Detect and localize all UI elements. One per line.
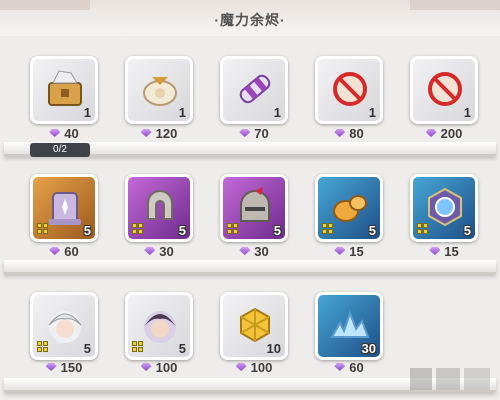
shop-item-slot[interactable]: 5 [30,174,98,242]
shop-item-slot[interactable]: 1 [410,56,478,124]
shop-item-slot[interactable]: 1 [30,56,98,124]
shop-item-slot[interactable]: 1 [125,56,193,124]
item-price: 100 [119,358,199,376]
item-price: 30 [119,242,199,260]
stone-tablet-icon [43,185,87,229]
fragment-icon [37,223,49,235]
item-count: 5 [463,223,471,238]
item-price-value: 200 [440,125,463,141]
shop-item-slot[interactable]: 5 [125,292,193,360]
item-price: 70 [214,124,294,142]
treasure-chest-icon [43,67,87,111]
fragment-icon [132,341,144,353]
header-decoration [0,0,90,10]
gem-currency-icon [140,363,152,371]
gem-currency-icon [334,363,346,371]
item-price: 60 [309,358,389,376]
gem-currency-icon [49,247,61,255]
gem-currency-icon [144,247,156,255]
item-count: 1 [83,105,91,120]
amber-shell-icon [328,185,372,229]
gem-currency-icon [140,129,152,137]
item-count: 1 [463,105,471,120]
item-price-value: 120 [155,125,178,141]
item-price-value: 60 [349,359,364,375]
hexagon-emblem-icon [423,185,467,229]
item-count: 5 [83,341,91,356]
fragment-icon [227,223,239,235]
item-price: 150 [24,358,104,376]
purchase-progress-label: 0/2 [53,144,67,155]
item-price: 100 [214,358,294,376]
fragment-icon [37,341,49,353]
watermark-logo [410,368,490,390]
shop-item-slot[interactable]: 10 [220,292,288,360]
shelf-board [4,260,496,274]
stone-horseshoe-icon [138,185,182,229]
item-count: 5 [178,341,186,356]
item-count: 5 [368,223,376,238]
item-price-value: 15 [349,243,364,259]
item-price-value: 80 [349,125,364,141]
gem-currency-icon [235,363,247,371]
gem-currency-icon [425,129,437,137]
shop-item-slot[interactable]: 5 [220,174,288,242]
dark-hair-hero-portrait [138,303,182,347]
item-count: 30 [361,341,376,356]
shop-item-slot[interactable]: 1 [315,56,383,124]
scroll-bundle-icon [138,67,182,111]
item-price: 120 [119,124,199,142]
item-price-value: 30 [254,243,269,259]
gem-currency-icon [239,247,251,255]
sold-out-icon [328,67,372,111]
gem-currency-icon [45,363,57,371]
gem-currency-icon [239,129,251,137]
item-price: 80 [309,124,389,142]
item-price: 60 [24,242,104,260]
gem-currency-icon [49,129,61,137]
item-price: 30 [214,242,294,260]
white-hair-hero-portrait [43,303,87,347]
fragment-icon [417,223,429,235]
shop-title: ·魔力余烬· [214,12,286,28]
header-decoration [410,0,500,10]
shop-item-slot[interactable]: 1 [220,56,288,124]
item-price-value: 100 [250,359,273,375]
item-price-value: 40 [64,125,79,141]
shop-item-slot[interactable]: 5 [30,292,98,360]
item-price: 15 [404,242,484,260]
shop-item-slot[interactable]: 30 [315,292,383,360]
sold-out-icon [423,67,467,111]
shop-item-slot[interactable]: 5 [410,174,478,242]
item-price-value: 100 [155,359,178,375]
item-price: 40 [24,124,104,142]
item-count: 1 [368,105,376,120]
knight-helmet-icon [233,185,277,229]
item-price-value: 150 [60,359,83,375]
item-price: 200 [404,124,484,142]
shop-item-slot[interactable]: 5 [125,174,193,242]
item-count: 5 [273,223,281,238]
shop-item-slot[interactable]: 5 [315,174,383,242]
item-count: 10 [266,341,281,356]
item-price-value: 15 [444,243,459,259]
item-count: 5 [83,223,91,238]
item-price-value: 30 [159,243,174,259]
item-price-value: 60 [64,243,79,259]
gem-currency-icon [334,247,346,255]
item-price-value: 70 [254,125,269,141]
item-count: 5 [178,223,186,238]
gem-currency-icon [334,129,346,137]
fragment-icon [322,223,334,235]
fragment-icon [132,223,144,235]
item-count: 1 [178,105,186,120]
purple-scroll-icon [233,67,277,111]
gem-currency-icon [429,247,441,255]
purchase-progress: 0/2 [30,143,90,157]
item-count: 1 [273,105,281,120]
item-price: 15 [309,242,389,260]
